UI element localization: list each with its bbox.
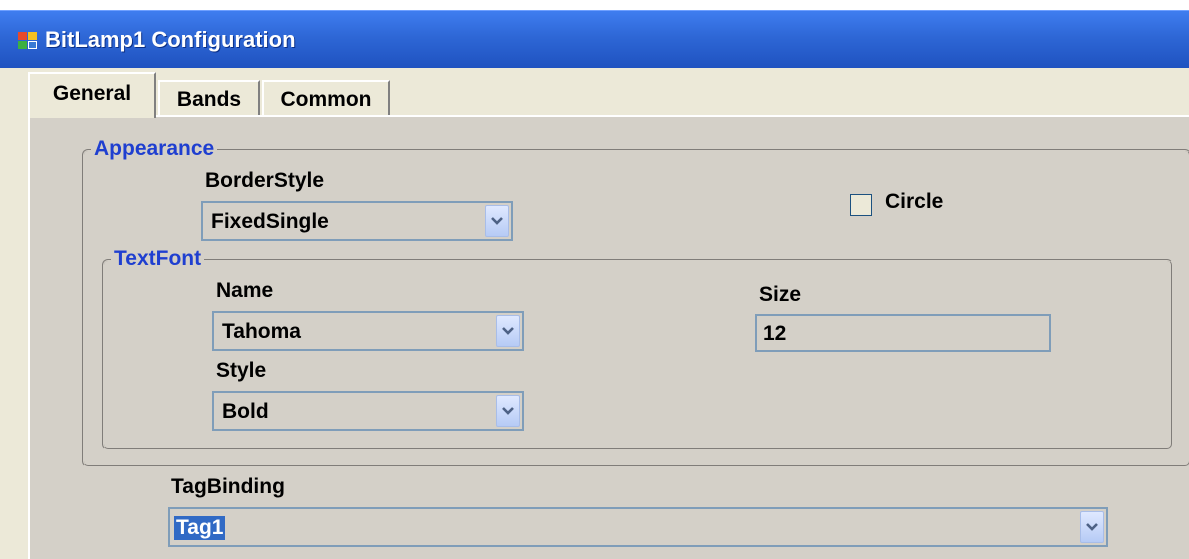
tab-general[interactable]: General (28, 72, 156, 118)
appearance-group-title: Appearance (91, 137, 218, 161)
tab-bands[interactable]: Bands (158, 80, 260, 116)
window-title: BitLamp1 Configuration (45, 27, 296, 52)
chevron-down-icon[interactable] (496, 395, 520, 427)
chevron-down-icon[interactable] (485, 205, 509, 237)
font-size-label: Size (759, 283, 802, 306)
general-tab-page: Appearance BorderStyle FixedSingle Circl… (28, 115, 1189, 559)
font-name-label: Name (216, 279, 274, 302)
circle-label: Circle (885, 190, 944, 213)
tab-common[interactable]: Common (262, 80, 390, 116)
configuration-window: BitLamp1 Configuration General Bands Com… (0, 0, 1189, 559)
tag-binding-label: TagBinding (171, 475, 285, 498)
font-name-value: Tahoma (222, 320, 301, 343)
border-style-value: FixedSingle (211, 210, 329, 233)
chevron-down-icon[interactable] (1080, 511, 1104, 543)
font-size-value: 12 (763, 322, 787, 345)
font-size-input[interactable]: 12 (755, 314, 1051, 352)
circle-checkbox[interactable] (850, 194, 872, 216)
app-window-icon (18, 32, 38, 50)
font-style-dropdown[interactable]: Bold (212, 391, 524, 431)
font-style-label: Style (216, 359, 267, 382)
title-bar[interactable]: BitLamp1 Configuration (0, 10, 1189, 68)
tag-binding-value[interactable]: Tag1 (174, 516, 226, 540)
dialog-client-area: General Bands Common Appearance BorderSt… (0, 68, 1189, 559)
chevron-down-icon[interactable] (496, 315, 520, 347)
text-font-group-title: TextFont (111, 247, 205, 271)
font-name-dropdown[interactable]: Tahoma (212, 311, 524, 351)
tag-binding-dropdown[interactable]: Tag1 (168, 507, 1108, 547)
border-style-dropdown[interactable]: FixedSingle (201, 201, 513, 241)
font-style-value: Bold (222, 400, 269, 423)
border-style-label: BorderStyle (205, 169, 325, 192)
